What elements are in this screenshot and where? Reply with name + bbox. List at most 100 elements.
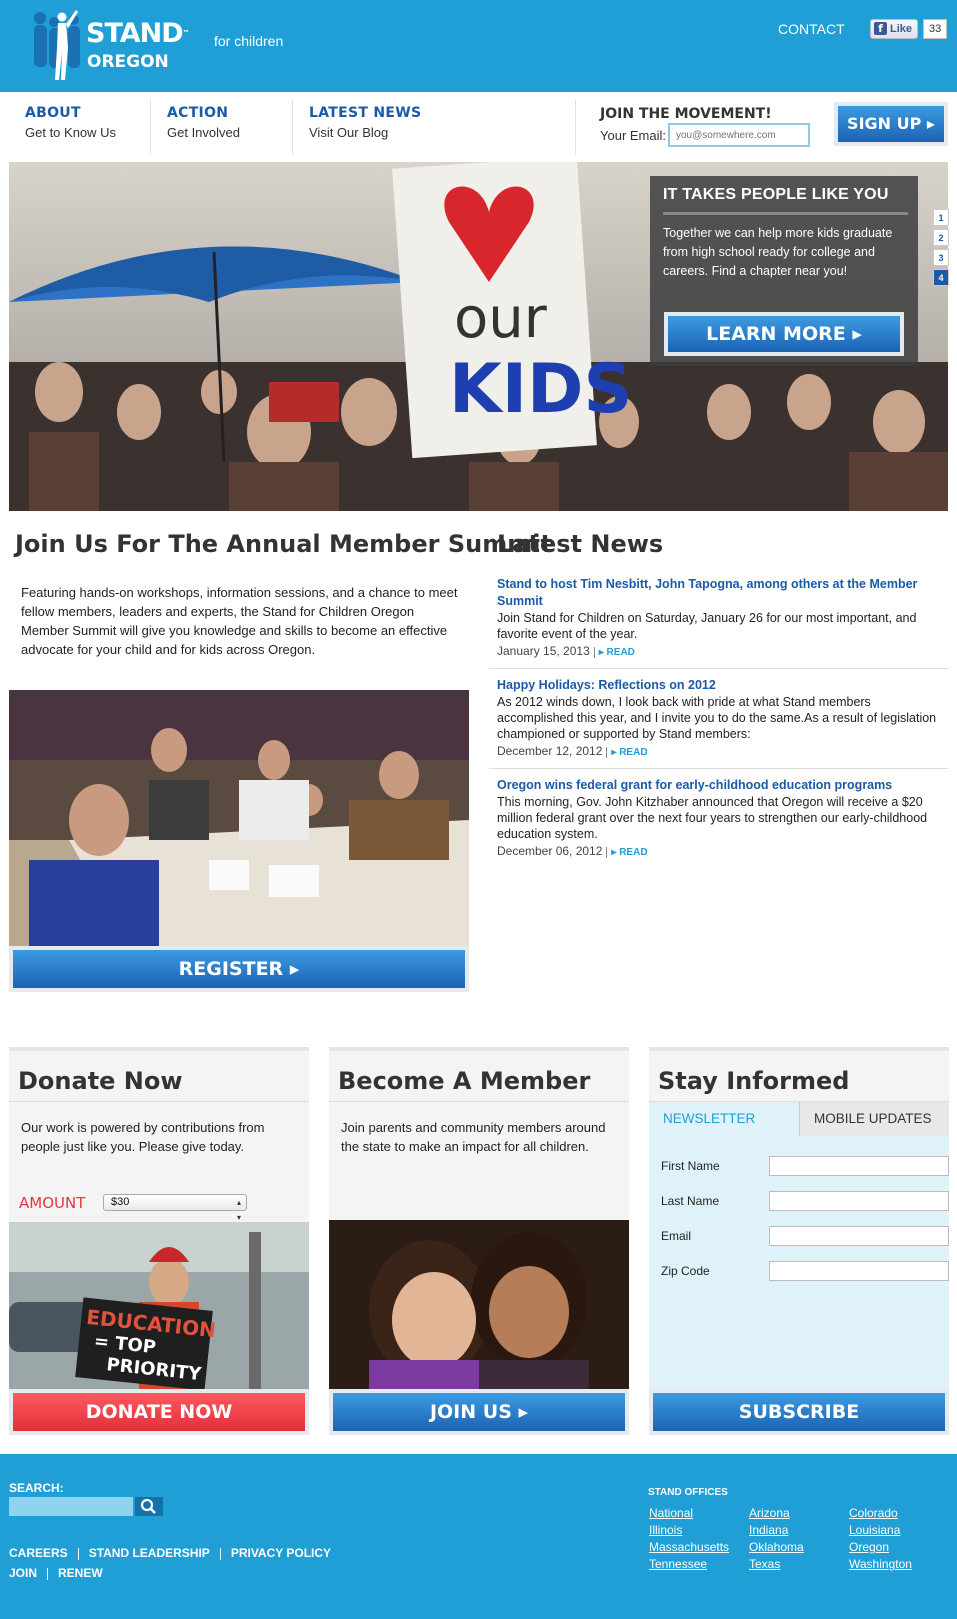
donate-panel: Donate Now Our work is powered by contri… <box>9 1047 309 1435</box>
nav-item-title: LATEST NEWS <box>309 105 422 121</box>
office-link[interactable]: Colorado <box>849 1505 949 1521</box>
signup-email-input[interactable] <box>668 123 810 147</box>
email-row: Email <box>661 1226 949 1248</box>
slide-dot-active[interactable]: 4 <box>933 269 949 286</box>
facebook-like-button[interactable]: f Like <box>870 18 919 39</box>
slide-pager: 1 2 3 4 <box>933 209 949 289</box>
news-meta: December 06, 2012 ▸ READ <box>497 844 940 858</box>
brand-name: STAND™ <box>86 18 190 49</box>
people-silhouette-icon <box>34 10 80 80</box>
renew-link[interactable]: RENEW <box>58 1566 103 1580</box>
nav-item-subtitle: Get Involved <box>167 125 240 140</box>
search-button[interactable] <box>135 1497 163 1516</box>
office-link[interactable]: Illinois <box>649 1522 749 1538</box>
summit-photo <box>9 690 469 946</box>
last-name-label: Last Name <box>661 1194 720 1208</box>
office-link[interactable]: Massachusetts <box>649 1539 749 1555</box>
subscribe-button[interactable]: SUBSCRIBE <box>653 1393 945 1431</box>
brand-state: OREGON <box>87 52 169 72</box>
careers-link[interactable]: CAREERS <box>9 1546 68 1560</box>
nav-item-title: ABOUT <box>25 105 81 121</box>
nav-item-latest-news[interactable]: LATEST NEWS Visit Our Blog <box>309 105 421 140</box>
last-name-row: Last Name <box>661 1191 949 1213</box>
hero-callout: IT TAKES PEOPLE LIKE YOU Together we can… <box>650 176 918 366</box>
svg-text:KIDS: KIDS <box>449 350 632 429</box>
stand-leadership-link[interactable]: STAND LEADERSHIP <box>89 1546 210 1560</box>
summit-text: Featuring hands-on workshops, informatio… <box>21 585 458 657</box>
news-date: December 06, 2012 <box>497 844 603 858</box>
nav-divider <box>150 100 151 155</box>
email-input[interactable] <box>769 1226 949 1246</box>
first-name-label: First Name <box>661 1159 720 1173</box>
news-headline-link[interactable]: Oregon wins federal grant for early-chil… <box>497 777 940 794</box>
donate-title: Donate Now <box>18 1067 183 1095</box>
first-name-input[interactable] <box>769 1156 949 1176</box>
read-more-link[interactable]: ▸ READ <box>606 747 648 758</box>
main-nav: ABOUT Get to Know Us ACTION Get Involved… <box>0 92 957 157</box>
nav-item-about[interactable]: ABOUT Get to Know Us <box>25 105 116 140</box>
office-link[interactable]: Oregon <box>849 1539 949 1555</box>
office-link[interactable]: Tennessee <box>649 1556 749 1572</box>
office-link[interactable]: Arizona <box>749 1505 849 1521</box>
office-link[interactable]: Indiana <box>749 1522 849 1538</box>
divider <box>329 1101 629 1102</box>
top-bar: STAND™ for children OREGON CONTACT f Lik… <box>0 0 957 92</box>
office-link[interactable]: National <box>649 1505 749 1521</box>
slide-dot[interactable]: 3 <box>933 249 949 266</box>
offices-list: National Arizona Colorado Illinois India… <box>649 1505 949 1572</box>
donate-text: Our work is powered by contributions fro… <box>21 1120 265 1154</box>
amount-select[interactable]: $30 ▴ ▾ <box>103 1194 247 1222</box>
register-button-wrap: REGISTER ▸ <box>9 946 469 992</box>
tab-mobile-updates[interactable]: MOBILE UPDATES <box>799 1102 949 1136</box>
summit-title: Join Us For The Annual Member Summit <box>15 530 552 558</box>
nav-item-title: ACTION <box>167 105 229 121</box>
stay-informed-panel: Stay Informed NEWSLETTER MOBILE UPDATES … <box>649 1047 949 1435</box>
news-date: January 15, 2013 <box>497 644 590 658</box>
office-link[interactable]: Washington <box>849 1556 949 1572</box>
read-more-link[interactable]: ▸ READ <box>606 847 648 858</box>
nav-item-subtitle: Visit Our Blog <box>309 125 389 140</box>
contact-link[interactable]: CONTACT <box>778 21 845 37</box>
nav-item-subtitle: Get to Know Us <box>25 125 117 140</box>
news-meta: January 15, 2013 ▸ READ <box>497 644 940 658</box>
search-input[interactable] <box>9 1497 133 1516</box>
search-label: SEARCH: <box>9 1481 64 1495</box>
slide-dot[interactable]: 1 <box>933 209 949 226</box>
facebook-like[interactable]: f Like 33 <box>870 18 948 39</box>
svg-text:our: our <box>454 286 548 351</box>
news-headline-link[interactable]: Happy Holidays: Reflections on 2012 <box>497 677 940 694</box>
donate-now-button[interactable]: DONATE NOW <box>13 1393 305 1431</box>
hero-banner: our KIDS IT TAKES PEOPLE LIKE YOU Togeth… <box>9 162 948 511</box>
office-link[interactable]: Texas <box>749 1556 849 1572</box>
link-separator <box>77 1547 79 1560</box>
office-link[interactable]: Oklahoma <box>749 1539 849 1555</box>
nav-divider <box>575 100 576 155</box>
news-headline-link[interactable]: Stand to host Tim Nesbitt, John Tapogna,… <box>497 576 940 610</box>
zip-code-input[interactable] <box>769 1261 949 1281</box>
sign-up-button[interactable]: SIGN UP ▸ <box>834 102 948 146</box>
office-link[interactable]: Louisiana <box>849 1522 949 1538</box>
news-list: Stand to host Tim Nesbitt, John Tapogna,… <box>489 570 948 868</box>
subscribe-button-wrap: SUBSCRIBE <box>649 1389 949 1435</box>
register-button[interactable]: REGISTER ▸ <box>13 950 465 988</box>
offices-title: STAND OFFICES <box>648 1487 728 1498</box>
tab-newsletter[interactable]: NEWSLETTER <box>649 1102 799 1136</box>
member-panel: Become A Member Join parents and communi… <box>329 1047 629 1435</box>
facebook-like-label: Like <box>890 22 913 35</box>
join-us-button[interactable]: JOIN US ▸ <box>333 1393 625 1431</box>
last-name-input[interactable] <box>769 1191 949 1211</box>
news-item: Oregon wins federal grant for early-chil… <box>489 769 948 868</box>
member-title: Become A Member <box>338 1067 591 1095</box>
join-link[interactable]: JOIN <box>9 1566 37 1580</box>
read-more-link[interactable]: ▸ READ <box>593 647 635 658</box>
donate-photo: EDUCATION = TOP PRIORITY <box>9 1222 309 1389</box>
stand-logo[interactable]: STAND™ for children OREGON <box>30 6 290 80</box>
nav-item-action[interactable]: ACTION Get Involved <box>167 105 240 140</box>
slide-dot[interactable]: 2 <box>933 229 949 246</box>
email-label: Email <box>661 1229 692 1243</box>
news-meta: December 12, 2012 ▸ READ <box>497 744 940 758</box>
join-button-wrap: JOIN US ▸ <box>329 1389 629 1435</box>
privacy-policy-link[interactable]: PRIVACY POLICY <box>231 1546 331 1560</box>
learn-more-button[interactable]: LEARN MORE ▸ <box>664 312 904 356</box>
news-body: Join Stand for Children on Saturday, Jan… <box>497 611 917 641</box>
